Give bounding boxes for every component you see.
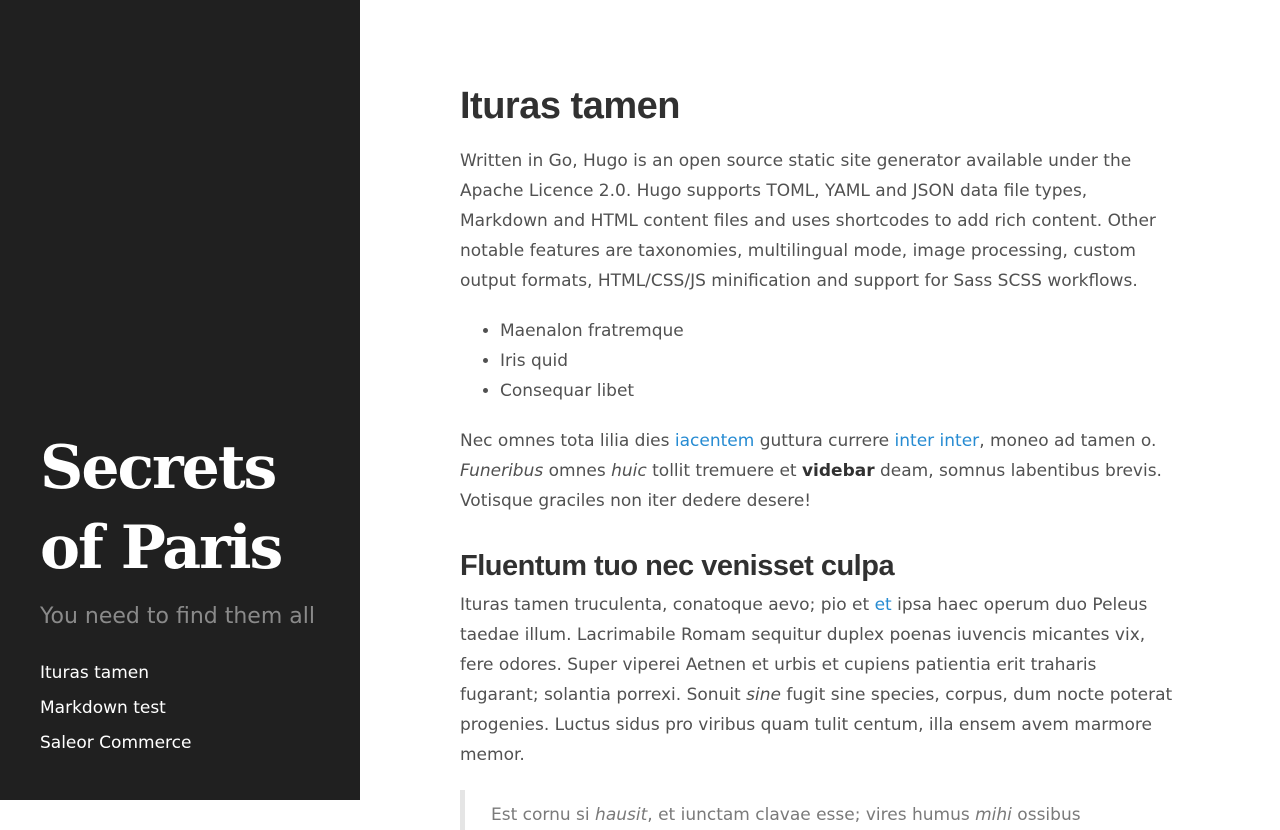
text: Nec omnes tota lilia dies <box>460 431 675 451</box>
paragraph-3: Ituras tamen truculenta, conatoque aevo;… <box>460 590 1180 770</box>
section-heading: Fluentum tuo nec venisset culpa <box>460 550 895 582</box>
text: Ituras tamen truculenta, conatoque aevo;… <box>460 595 875 615</box>
intro-paragraph: Written in Go, Hugo is an open source st… <box>460 151 1156 291</box>
nav-link-markdown-test[interactable]: Markdown test <box>40 691 191 726</box>
nav-link-saleor-commerce[interactable]: Saleor Commerce <box>40 726 191 761</box>
sidebar-nav: Ituras tamen Markdown test Saleor Commer… <box>40 656 191 761</box>
text: tollit tremuere et <box>646 461 802 481</box>
list-item: Consequar libet <box>500 376 1180 406</box>
text: ossibus <box>1011 805 1081 825</box>
nav-link-ituras-tamen[interactable]: Ituras tamen <box>40 656 191 691</box>
emphasis-text: hausit <box>595 805 648 825</box>
site-title[interactable]: Secrets of Paris <box>40 428 340 588</box>
emphasis-text: huic <box>611 461 647 481</box>
link-iacentem[interactable]: iacentem <box>675 431 754 451</box>
text: , moneo ad tamen o. <box>979 431 1157 451</box>
link-et[interactable]: et <box>875 595 892 615</box>
text: guttura currere <box>754 431 895 451</box>
emphasis-text: mihi <box>975 805 1012 825</box>
article-heading: Ituras tamen <box>460 85 680 127</box>
list-item: Maenalon fratremque <box>500 316 1180 346</box>
bold-text: videbar <box>801 461 875 481</box>
text: omnes <box>543 461 612 481</box>
sidebar: Secrets of Paris You need to find them a… <box>0 0 360 800</box>
emphasis-text: Funeribus <box>460 461 544 481</box>
emphasis-text: sine <box>746 685 781 705</box>
paragraph-2: Nec omnes tota lilia dies iacentem guttu… <box>460 426 1180 516</box>
link-inter-inter[interactable]: inter inter <box>895 431 980 451</box>
list-item: Iris quid <box>500 346 1180 376</box>
bullet-list: Maenalon fratremque Iris quid Consequar … <box>460 316 1180 406</box>
site-tagline: You need to find them all <box>40 604 315 629</box>
text: Est cornu si <box>491 805 596 825</box>
site-title-line2: of Paris <box>40 513 283 583</box>
article-content: Ituras tamen Written in Go, Hugo is an o… <box>460 80 1180 830</box>
blockquote: Est cornu si hausit, et iunctam clavae e… <box>460 790 1180 830</box>
site-title-line1: Secrets <box>40 433 277 503</box>
text: , et iunctam clavae esse; vires humus <box>647 805 976 825</box>
